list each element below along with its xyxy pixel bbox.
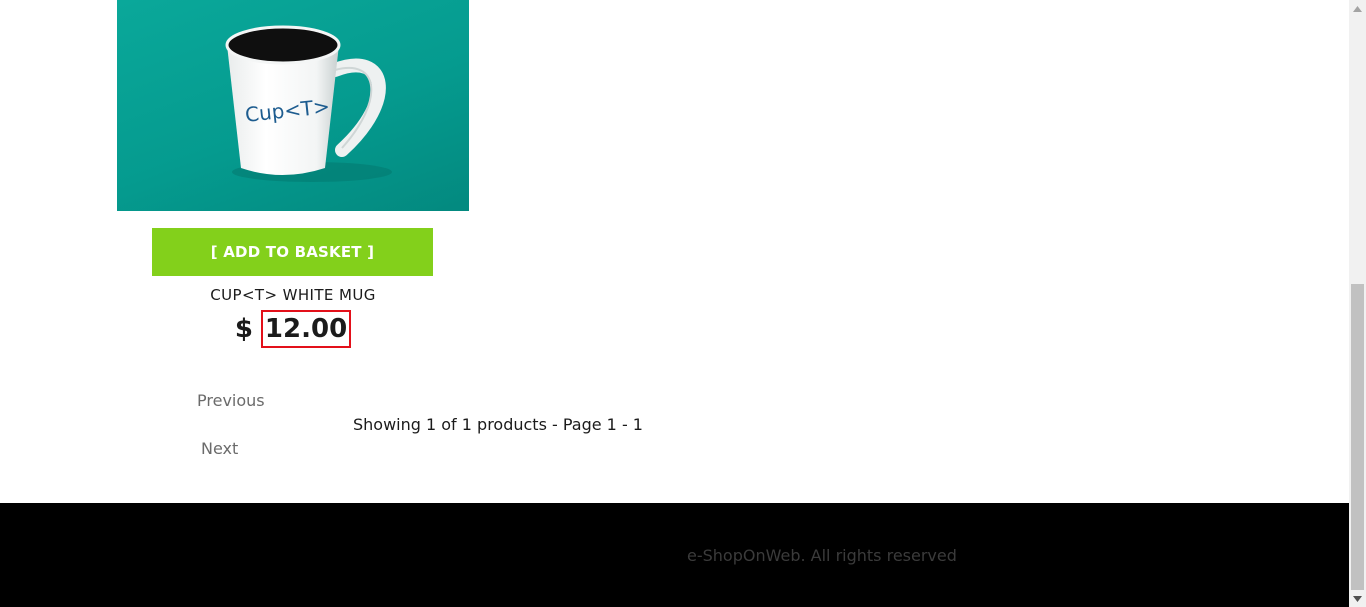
add-to-basket-button[interactable]: [ ADD TO BASKET ] — [152, 228, 433, 276]
price-amount: 12.00 — [260, 310, 352, 348]
mug-illustration: Cup<T> — [225, 25, 392, 182]
product-name: CUP<T> WHITE MUG — [210, 286, 376, 304]
scroll-up-arrow-icon[interactable] — [1349, 0, 1366, 17]
catalog-page: Cup<T> [ ADD TO BASKET ] CUP<T> WHITE MU… — [0, 0, 1349, 607]
vertical-scrollbar[interactable] — [1349, 0, 1366, 607]
pager-previous-link[interactable]: Previous — [197, 391, 265, 410]
product-image: Cup<T> — [117, 0, 469, 211]
currency-symbol: $ — [234, 314, 253, 344]
footer: e-ShopOnWeb. All rights reserved — [0, 503, 1349, 607]
pager-next-link[interactable]: Next — [201, 439, 238, 458]
scrollbar-thumb[interactable] — [1351, 284, 1364, 590]
pager-info: Showing 1 of 1 products - Page 1 - 1 — [353, 415, 643, 434]
product-price: $ 12.00 — [117, 310, 469, 348]
footer-copyright: e-ShopOnWeb. All rights reserved — [687, 546, 957, 565]
scroll-down-arrow-icon[interactable] — [1349, 590, 1366, 607]
